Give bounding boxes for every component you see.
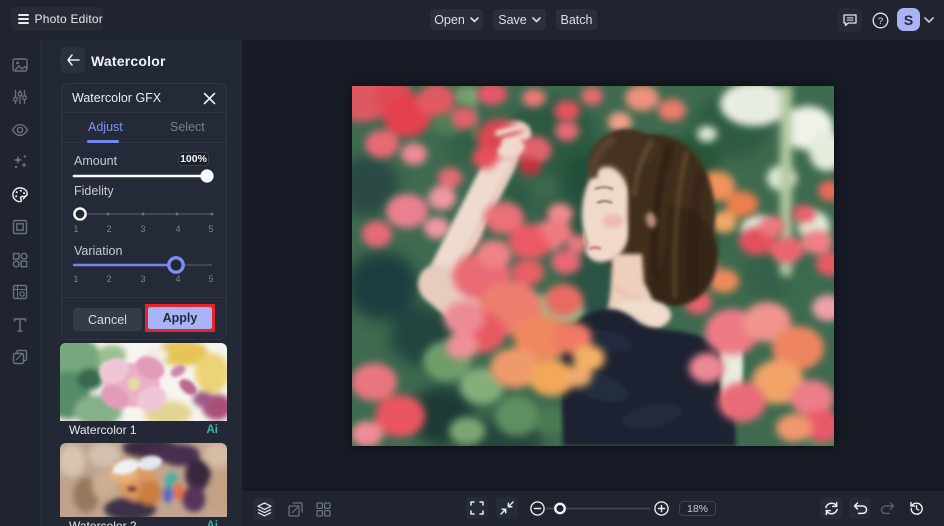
svg-text:?: ? [877, 16, 882, 27]
